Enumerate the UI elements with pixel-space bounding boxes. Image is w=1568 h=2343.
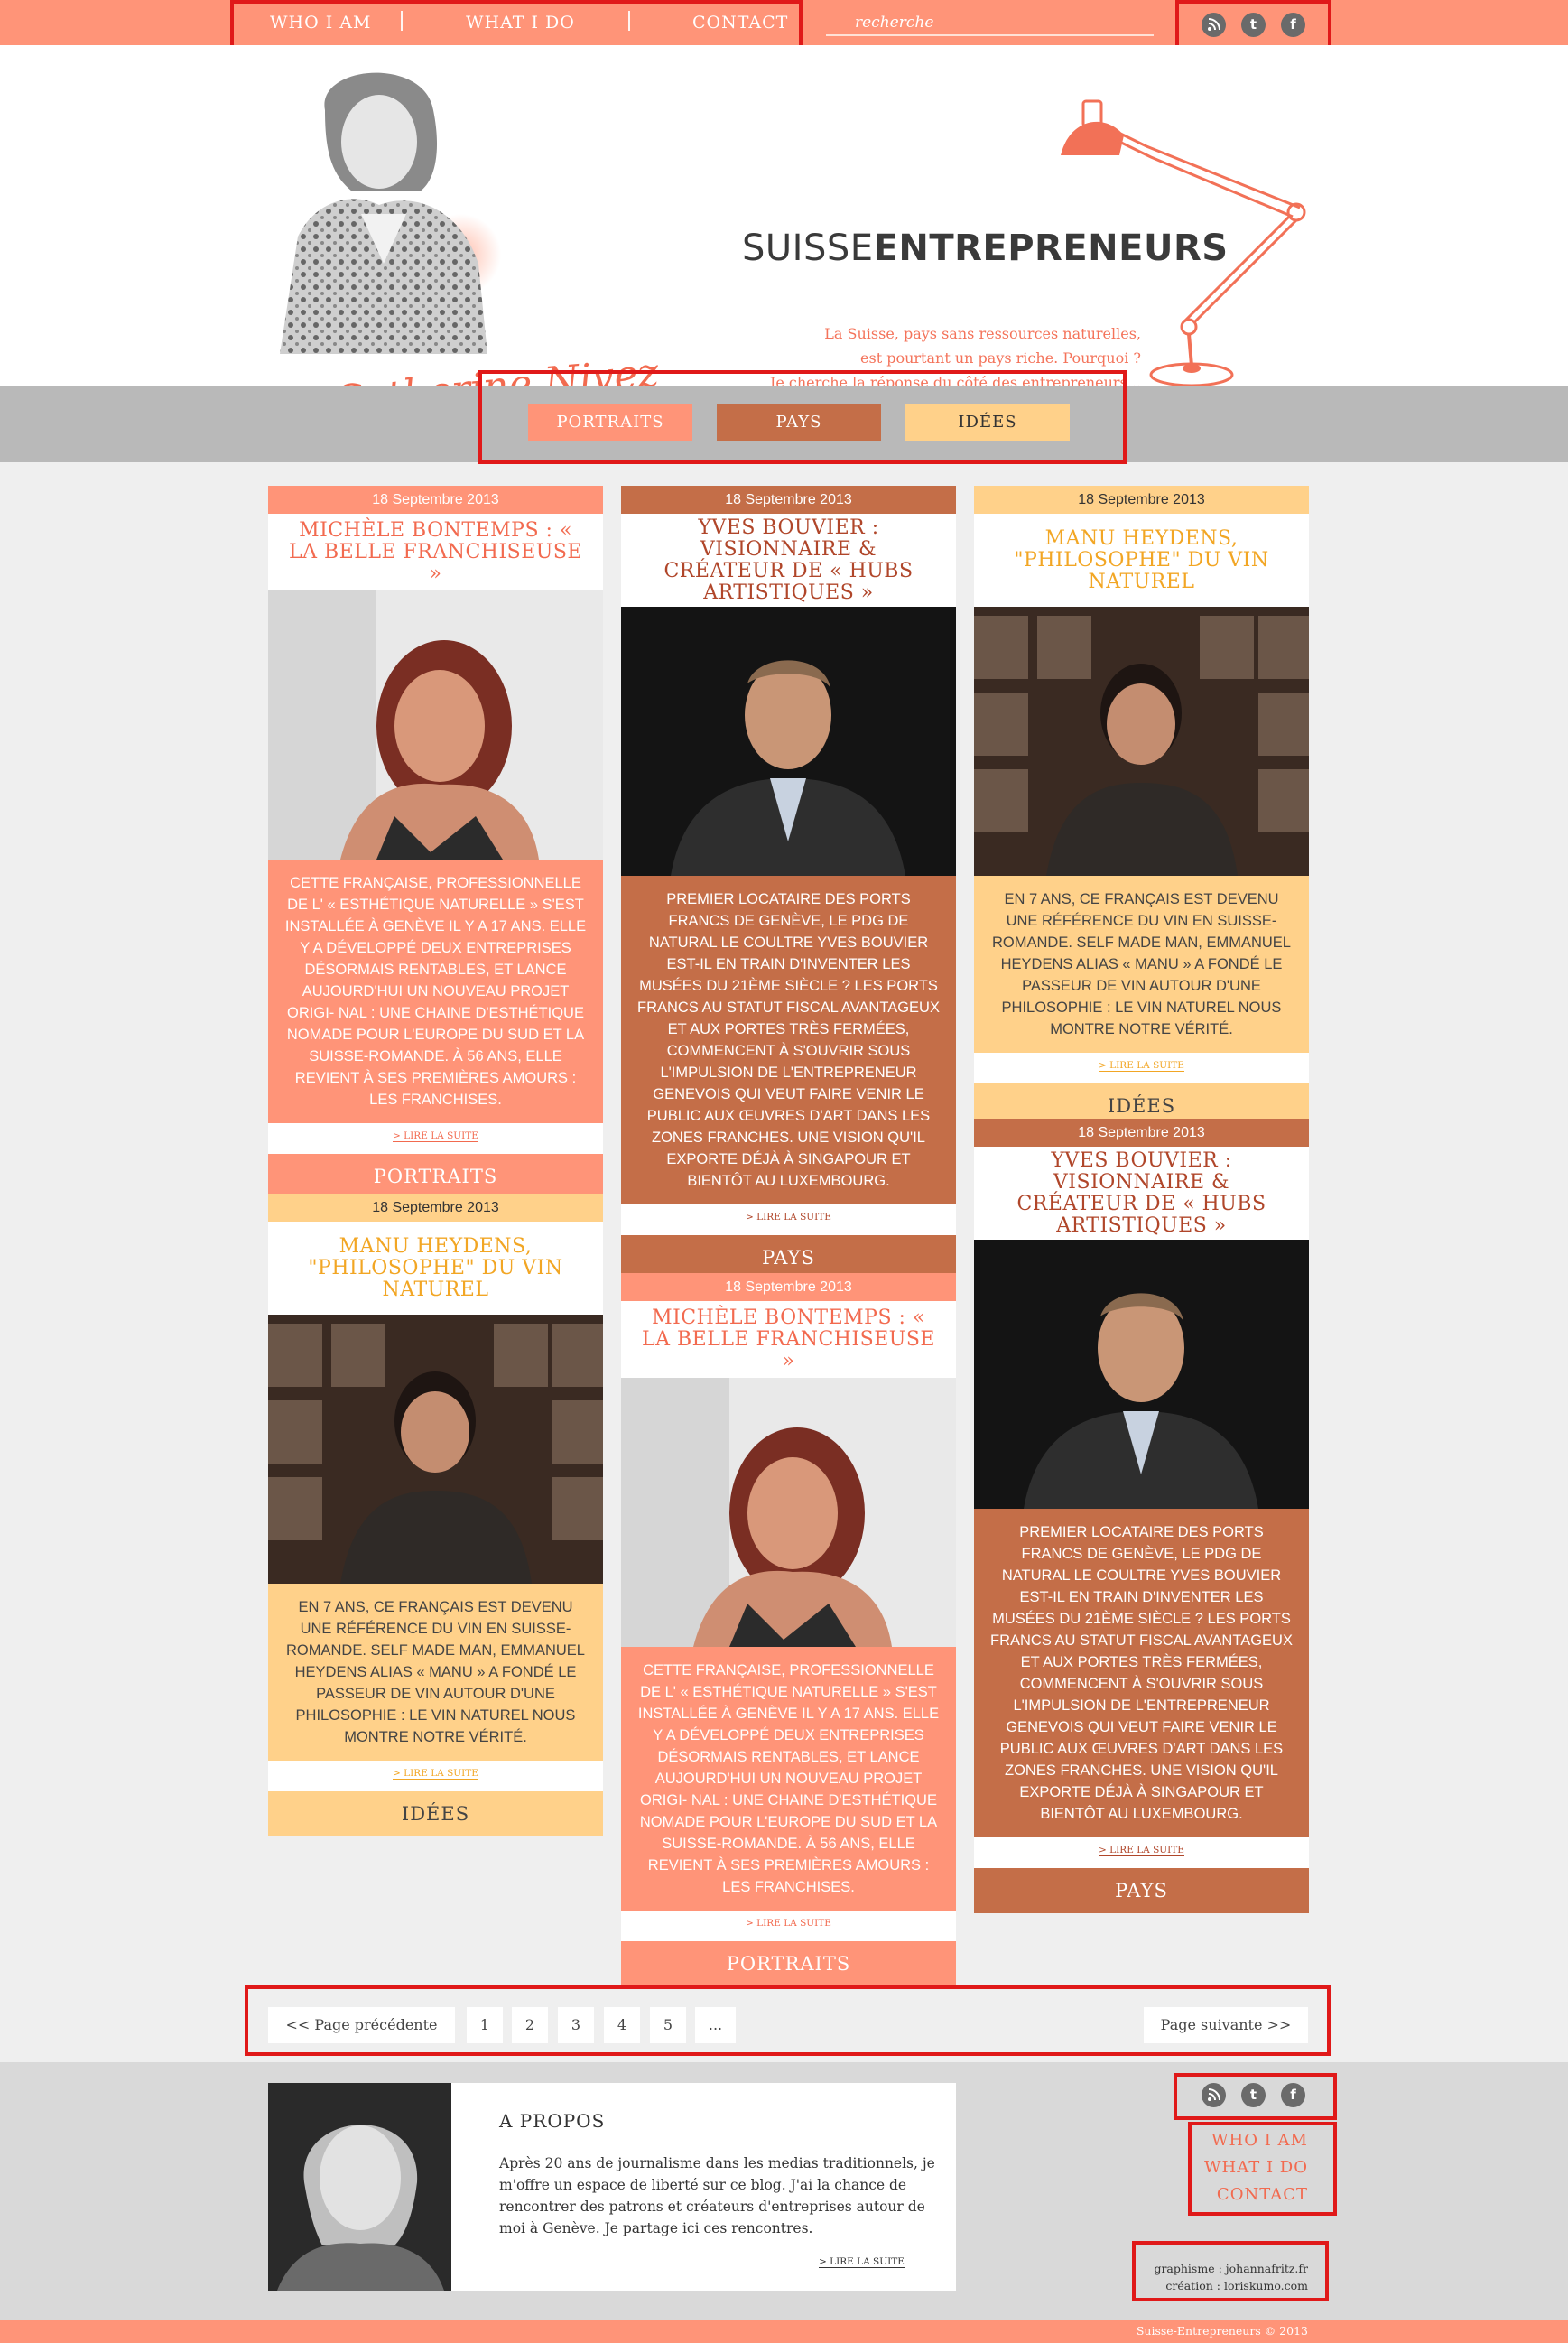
card-category-button[interactable]: PORTRAITS <box>268 1154 603 1199</box>
about-photo <box>268 2083 451 2291</box>
card-date: 18 Septembre 2013 <box>268 486 603 514</box>
site-footer: A PROPOS Après 20 ans de journalisme dan… <box>0 2062 1568 2320</box>
card-excerpt: EN 7 ANS, CE FRANÇAIS EST DEVENU UNE RÉF… <box>268 1584 603 1761</box>
card-date: 18 Septembre 2013 <box>621 1273 956 1301</box>
article-card: 18 Septembre 2013 YVES BOUVIER : VISIONN… <box>621 486 956 1280</box>
page-number-button[interactable]: 4 <box>604 2007 640 2043</box>
twitter-icon[interactable]: t <box>1241 13 1266 37</box>
page-number-button[interactable]: 3 <box>558 2007 594 2043</box>
read-more-label: > LIRE LA SUITE <box>393 1130 478 1142</box>
rss-icon[interactable] <box>1202 13 1226 37</box>
card-category-button[interactable]: IDÉES <box>268 1791 603 1836</box>
read-more-label: > LIRE LA SUITE <box>746 1212 831 1223</box>
lamp-icon <box>1056 90 1318 402</box>
card-date: 18 Septembre 2013 <box>268 1194 603 1222</box>
nav-contact[interactable]: CONTACT <box>692 13 788 33</box>
page-number-button[interactable]: 1 <box>467 2007 503 2043</box>
read-more-link[interactable]: > LIRE LA SUITE <box>268 1761 603 1791</box>
page-number-button[interactable]: 5 <box>650 2007 686 2043</box>
card-photo[interactable] <box>621 607 956 876</box>
article-card: 18 Septembre 2013 MANU HEYDENS, "PHILOSO… <box>974 486 1309 1129</box>
credit-development[interactable]: création : loriskumo.com <box>1139 2277 1308 2294</box>
nav-separator <box>628 11 630 31</box>
footer-nav: WHO I AM WHAT I DO CONTACT <box>1188 2127 1308 2208</box>
search-input[interactable] <box>826 11 1154 36</box>
copyright: Suisse-Entrepreneurs © 2013 <box>1136 2324 1308 2338</box>
logo-suisse: SUISSE <box>742 228 874 269</box>
read-more-label: > LIRE LA SUITE <box>1099 1060 1184 1072</box>
about-panel: A PROPOS Après 20 ans de journalisme dan… <box>268 2083 956 2291</box>
about-text: Après 20 ans de journalisme dans les med… <box>499 2155 935 2236</box>
read-more-link[interactable]: > LIRE LA SUITE <box>268 1123 603 1154</box>
card-photo[interactable] <box>621 1378 956 1647</box>
read-more-link[interactable]: > LIRE LA SUITE <box>621 1911 956 1941</box>
card-excerpt: CETTE FRANÇAISE, PROFESSIONNELLE DE L' «… <box>268 860 603 1123</box>
card-photo[interactable] <box>974 1240 1309 1509</box>
card-excerpt: EN 7 ANS, CE FRANÇAIS EST DEVENU UNE RÉF… <box>974 876 1309 1053</box>
card-excerpt: CETTE FRANÇAISE, PROFESSIONNELLE DE L' «… <box>621 1647 956 1911</box>
nav-who-i-am[interactable]: WHO I AM <box>270 13 371 33</box>
article-card: 18 Septembre 2013 YVES BOUVIER : VISIONN… <box>974 1119 1309 1913</box>
card-date: 18 Septembre 2013 <box>974 1119 1309 1147</box>
article-card: 18 Septembre 2013 MANU HEYDENS, "PHILOSO… <box>268 1194 603 1836</box>
prev-page-button[interactable]: << Page précédente <box>268 2007 455 2043</box>
card-excerpt: PREMIER LOCATAIRE DES PORTS FRANCS DE GE… <box>621 876 956 1204</box>
card-title[interactable]: YVES BOUVIER : VISIONNAIRE & CRÉATEUR DE… <box>621 514 956 607</box>
credit-design[interactable]: graphisme : johannafritz.fr <box>1139 2260 1308 2277</box>
footer-link-who-i-am[interactable]: WHO I AM <box>1188 2127 1308 2154</box>
card-photo[interactable] <box>974 607 1309 876</box>
card-title[interactable]: YVES BOUVIER : VISIONNAIRE & CRÉATEUR DE… <box>974 1147 1309 1240</box>
footer-credits: graphisme : johannafritz.fr création : l… <box>1139 2260 1308 2294</box>
about-read-more-label: > LIRE LA SUITE <box>819 2256 905 2268</box>
read-more-link[interactable]: > LIRE LA SUITE <box>974 1053 1309 1083</box>
bottom-bar: Suisse-Entrepreneurs © 2013 <box>0 2320 1568 2343</box>
footer-link-what-i-do[interactable]: WHAT I DO <box>1188 2154 1308 2181</box>
next-page-button[interactable]: Page suivante >> <box>1144 2007 1308 2043</box>
card-date: 18 Septembre 2013 <box>974 486 1309 514</box>
filter-portraits-button[interactable]: PORTRAITS <box>528 404 692 441</box>
rss-icon[interactable] <box>1202 2083 1226 2107</box>
read-more-label: > LIRE LA SUITE <box>746 1918 831 1929</box>
card-title[interactable]: MICHÈLE BONTEMPS : « LA BELLE FRANCHISEU… <box>268 514 603 590</box>
article-card: 18 Septembre 2013 MICHÈLE BONTEMPS : « L… <box>268 486 603 1199</box>
card-category-button[interactable]: PORTRAITS <box>621 1941 956 1986</box>
footer-link-contact[interactable]: CONTACT <box>1188 2181 1308 2208</box>
about-read-more-link[interactable]: > LIRE LA SUITE <box>819 2256 905 2268</box>
card-photo[interactable] <box>268 590 603 860</box>
top-bar: WHO I AM WHAT I DO CONTACT t f <box>0 0 1568 45</box>
read-more-link[interactable]: > LIRE LA SUITE <box>621 1204 956 1235</box>
card-title[interactable]: MANU HEYDENS, "PHILOSOPHE" DU VIN NATURE… <box>974 514 1309 607</box>
facebook-icon[interactable]: f <box>1281 2083 1305 2107</box>
nav-what-i-do[interactable]: WHAT I DO <box>466 13 575 33</box>
page-number-button[interactable]: 2 <box>512 2007 548 2043</box>
card-title[interactable]: MICHÈLE BONTEMPS : « LA BELLE FRANCHISEU… <box>621 1301 956 1378</box>
read-more-label: > LIRE LA SUITE <box>393 1768 478 1780</box>
site-header: Catherine Nivez SUISSEENTREPRENEURS La S… <box>0 45 1568 424</box>
read-more-link[interactable]: > LIRE LA SUITE <box>974 1837 1309 1868</box>
facebook-icon[interactable]: f <box>1281 13 1305 37</box>
card-date: 18 Septembre 2013 <box>621 486 956 514</box>
filter-pays-button[interactable]: PAYS <box>717 404 881 441</box>
card-excerpt: PREMIER LOCATAIRE DES PORTS FRANCS DE GE… <box>974 1509 1309 1837</box>
card-category-button[interactable]: PAYS <box>974 1868 1309 1913</box>
nav-separator <box>401 11 403 31</box>
card-title[interactable]: MANU HEYDENS, "PHILOSOPHE" DU VIN NATURE… <box>268 1222 603 1315</box>
author-portrait <box>262 56 506 354</box>
page-ellipsis[interactable]: ... <box>695 2007 736 2043</box>
twitter-icon[interactable]: t <box>1241 2083 1266 2107</box>
article-card: 18 Septembre 2013 MICHÈLE BONTEMPS : « L… <box>621 1273 956 1986</box>
card-photo[interactable] <box>268 1315 603 1584</box>
filter-idees-button[interactable]: IDÉES <box>905 404 1070 441</box>
read-more-label: > LIRE LA SUITE <box>1099 1845 1184 1856</box>
about-title: A PROPOS <box>499 2110 606 2132</box>
